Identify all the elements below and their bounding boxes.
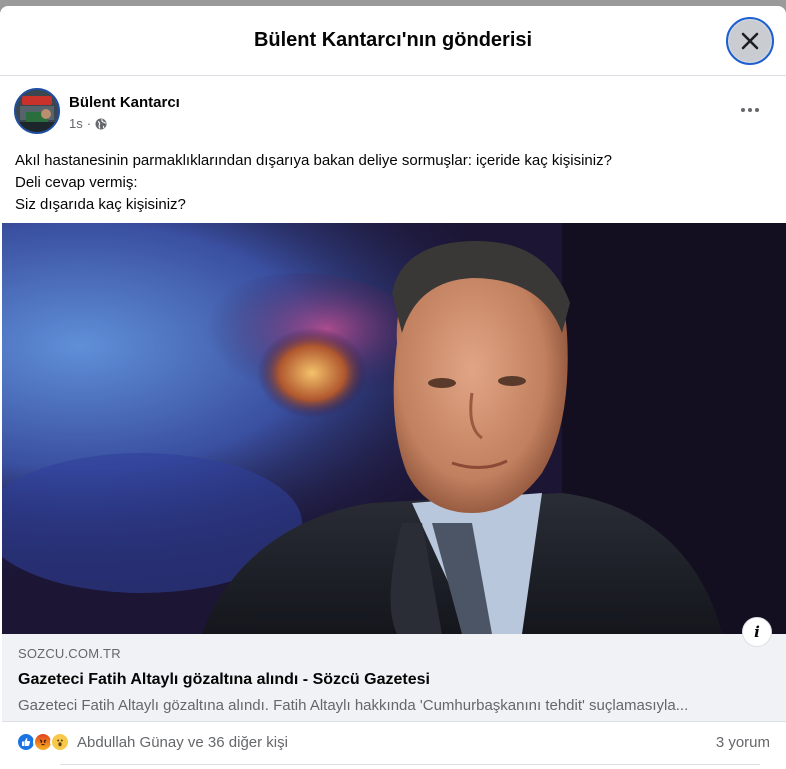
news-photo [2,223,786,634]
dialog-header: Bülent Kantarcı'nın gönderisi [0,6,786,76]
globe-icon[interactable] [95,118,107,130]
more-dot [741,108,745,112]
info-button[interactable]: i [742,617,772,647]
avatar[interactable] [14,88,60,134]
link-title[interactable]: Gazeteci Fatih Altaylı gözaltına alındı … [18,671,770,689]
info-icon: i [754,623,760,641]
link-preview-card[interactable]: SOZCU.COM.TR Gazeteci Fatih Altaylı göza… [2,634,786,722]
post-header: Bülent Kantarcı 1s · [0,76,786,142]
reaction-names[interactable]: Abdullah Günay ve 36 diğer kişi [77,734,288,751]
more-options-button[interactable] [732,98,768,122]
post-time[interactable]: 1s [69,116,83,131]
more-dot [755,108,759,112]
close-button-inner [729,20,771,62]
wow-icon [50,732,70,752]
reactions-bar: Abdullah Günay ve 36 diğer kişi 3 yorum [0,724,786,760]
meta-separator: · [86,116,92,131]
link-preview-image[interactable] [2,223,786,634]
link-description: Gazeteci Fatih Altaylı gözaltına alındı.… [18,697,689,714]
post-dialog: Bülent Kantarcı'nın gönderisi Bülent Kan… [0,6,786,769]
action-bar-divider [60,764,760,769]
more-dot [748,108,752,112]
dialog-title: Bülent Kantarcı'nın gönderisi [253,29,533,51]
avatar-image [16,90,58,132]
comments-count[interactable]: 3 yorum [716,734,770,751]
post-text-line: Deli cevap vermiş: [15,174,138,191]
post-meta: 1s · [69,116,107,131]
post-text-line: Siz dışarıda kaç kişisiniz? [15,196,186,213]
close-button[interactable] [726,17,774,65]
post-author[interactable]: Bülent Kantarcı [69,94,180,111]
link-domain: SOZCU.COM.TR [18,646,121,661]
reaction-icons[interactable] [16,732,70,752]
close-icon [741,32,759,50]
post-text-line: Akıl hastanesinin parmaklıklarından dışa… [15,152,612,169]
